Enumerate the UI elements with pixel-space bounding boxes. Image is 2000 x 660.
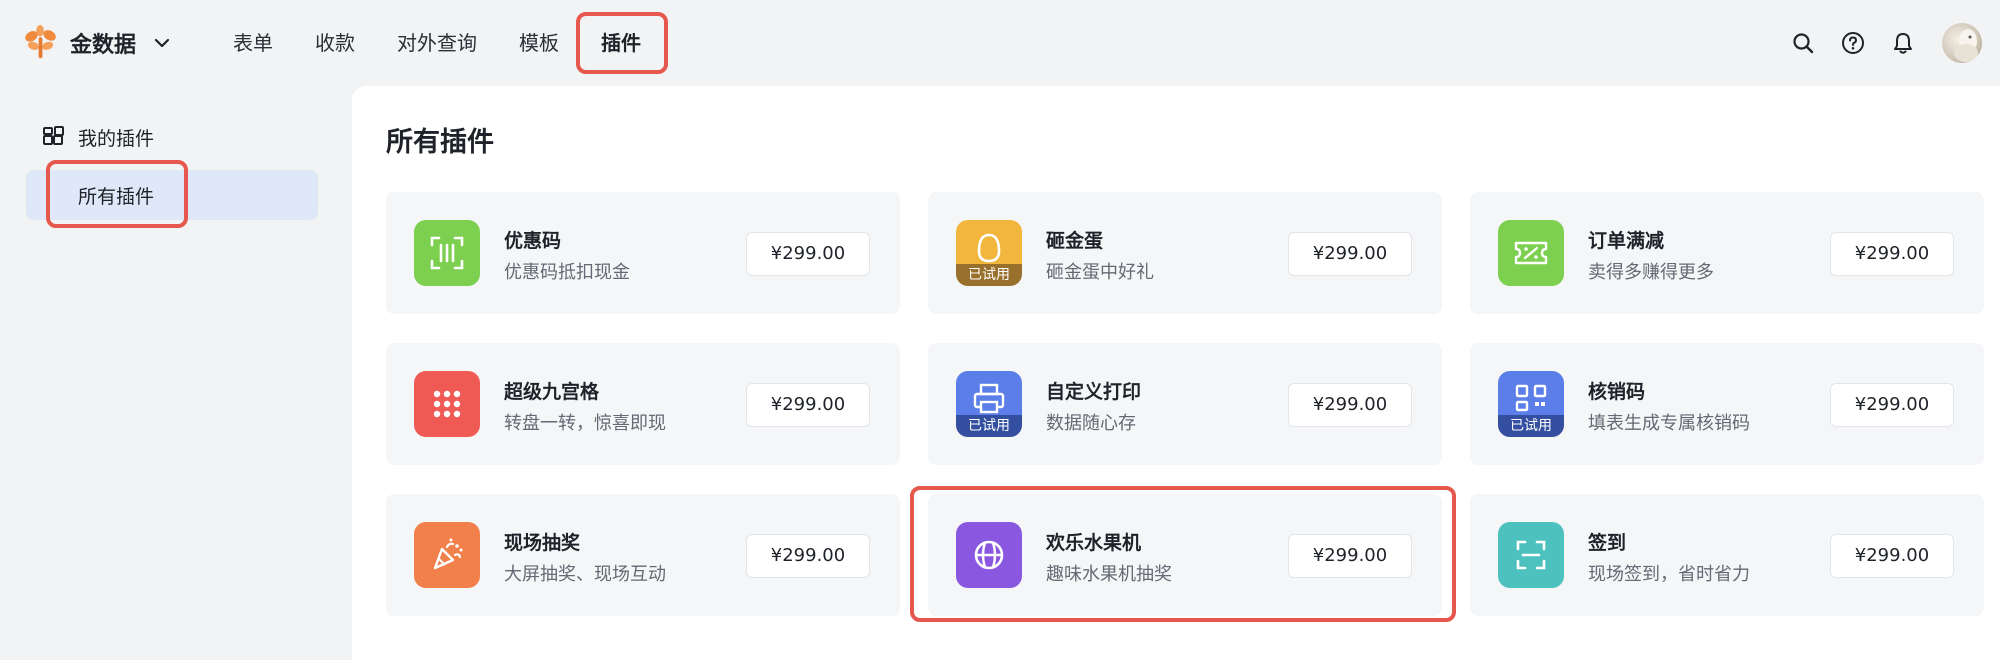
plugin-card-fruit-machine[interactable]: 欢乐水果机 趣味水果机抽奖 ¥299.00 — [928, 494, 1442, 616]
price-button[interactable]: ¥299.00 — [1288, 383, 1412, 427]
sidebar-item-label: 所有插件 — [78, 186, 155, 208]
plugin-desc: 填表生成专属核销码 — [1588, 413, 1750, 434]
search-icon[interactable] — [1790, 30, 1816, 56]
top-bar: 金数据 表单 收款 对外查询 模板 插件 — [0, 0, 2000, 86]
nav-item-payments[interactable]: 收款 — [294, 14, 376, 72]
sidebar-group-my-plugins[interactable]: 我的插件 — [42, 124, 154, 151]
chevron-down-icon — [154, 38, 170, 48]
plugin-name: 超级九宫格 — [504, 381, 600, 403]
plugin-desc: 砸金蛋中好礼 — [1046, 262, 1154, 283]
plugin-desc: 转盘一转，惊喜即现 — [504, 413, 666, 434]
plugin-card-nine-grid[interactable]: 超级九宫格 转盘一转，惊喜即现 ¥299.00 — [386, 343, 900, 465]
coupon-scan-icon — [414, 220, 480, 286]
price-button[interactable]: ¥299.00 — [1830, 534, 1954, 578]
plugin-name: 自定义打印 — [1046, 381, 1142, 403]
price-button[interactable]: ¥299.00 — [746, 383, 870, 427]
tried-badge: 已试用 — [956, 415, 1022, 437]
ticket-discount-icon — [1498, 220, 1564, 286]
top-actions — [1790, 22, 2000, 64]
nav-item-plugins[interactable]: 插件 — [580, 14, 662, 72]
nav-item-forms[interactable]: 表单 — [212, 14, 294, 72]
price-button[interactable]: ¥299.00 — [1830, 232, 1954, 276]
plugin-name: 核销码 — [1588, 381, 1646, 403]
printer-icon: 已试用 — [956, 371, 1022, 437]
price-button[interactable]: ¥299.00 — [746, 534, 870, 578]
party-popper-icon — [414, 522, 480, 588]
sidebar-item-all-plugins[interactable]: 所有插件 — [26, 170, 318, 220]
plugins-grid-icon — [43, 125, 64, 145]
tried-badge: 已试用 — [1498, 415, 1564, 437]
plugin-desc: 现场签到，省时省力 — [1588, 564, 1750, 585]
plugin-card-custom-print[interactable]: 已试用 自定义打印 数据随心存 ¥299.00 — [928, 343, 1442, 465]
plugin-desc: 数据随心存 — [1046, 413, 1136, 434]
plugin-desc: 卖得多赚得更多 — [1588, 262, 1714, 283]
plugin-name: 砸金蛋 — [1046, 230, 1104, 252]
price-button[interactable]: ¥299.00 — [1288, 534, 1412, 578]
plugin-card-golden-egg[interactable]: 已试用 砸金蛋 砸金蛋中好礼 ¥299.00 — [928, 192, 1442, 314]
sidebar-group-label: 我的插件 — [78, 128, 155, 150]
price-button[interactable]: ¥299.00 — [1288, 232, 1412, 276]
help-icon[interactable] — [1840, 30, 1866, 56]
main-panel: 所有插件 优惠码 优惠码抵扣现金 ¥299.00 已试用 砸金蛋 砸金蛋中好礼 … — [352, 86, 2000, 660]
plugin-card-order-discount[interactable]: 订单满减 卖得多赚得更多 ¥299.00 — [1470, 192, 1984, 314]
check-in-scan-icon — [1498, 522, 1564, 588]
plugin-name: 订单满减 — [1588, 230, 1665, 252]
tried-badge: 已试用 — [956, 264, 1022, 286]
golden-egg-icon: 已试用 — [956, 220, 1022, 286]
fruit-machine-icon — [956, 522, 1022, 588]
nav-item-external-query[interactable]: 对外查询 — [376, 14, 498, 72]
price-button[interactable]: ¥299.00 — [746, 232, 870, 276]
plugin-desc: 优惠码抵扣现金 — [504, 262, 630, 283]
plugin-name: 优惠码 — [504, 230, 562, 252]
plugin-card-check-in[interactable]: 签到 现场签到，省时省力 ¥299.00 — [1470, 494, 1984, 616]
nine-grid-icon — [414, 371, 480, 437]
app-switcher[interactable]: 金数据 — [22, 20, 172, 66]
sidebar: 我的插件 所有插件 — [0, 86, 350, 660]
plugin-card-lottery[interactable]: 现场抽奖 大屏抽奖、现场互动 ¥299.00 — [386, 494, 900, 616]
avatar[interactable] — [1942, 23, 1982, 63]
app-name: 金数据 — [70, 33, 137, 58]
plugin-card-coupon[interactable]: 优惠码 优惠码抵扣现金 ¥299.00 — [386, 192, 900, 314]
plugin-desc: 大屏抽奖、现场互动 — [504, 564, 666, 585]
qr-code-icon: 已试用 — [1498, 371, 1564, 437]
main-nav: 表单 收款 对外查询 模板 插件 — [212, 14, 662, 72]
page-title: 所有插件 — [386, 127, 494, 158]
nav-item-templates[interactable]: 模板 — [498, 14, 580, 72]
price-button[interactable]: ¥299.00 — [1830, 383, 1954, 427]
plugin-name: 签到 — [1588, 532, 1627, 554]
plugin-name: 欢乐水果机 — [1046, 532, 1142, 554]
plugin-card-verify-code[interactable]: 已试用 核销码 填表生成专属核销码 ¥299.00 — [1470, 343, 1984, 465]
plugin-desc: 趣味水果机抽奖 — [1046, 564, 1172, 585]
bell-icon[interactable] — [1890, 30, 1916, 56]
plugin-name: 现场抽奖 — [504, 532, 581, 554]
app-logo-icon — [25, 24, 56, 59]
